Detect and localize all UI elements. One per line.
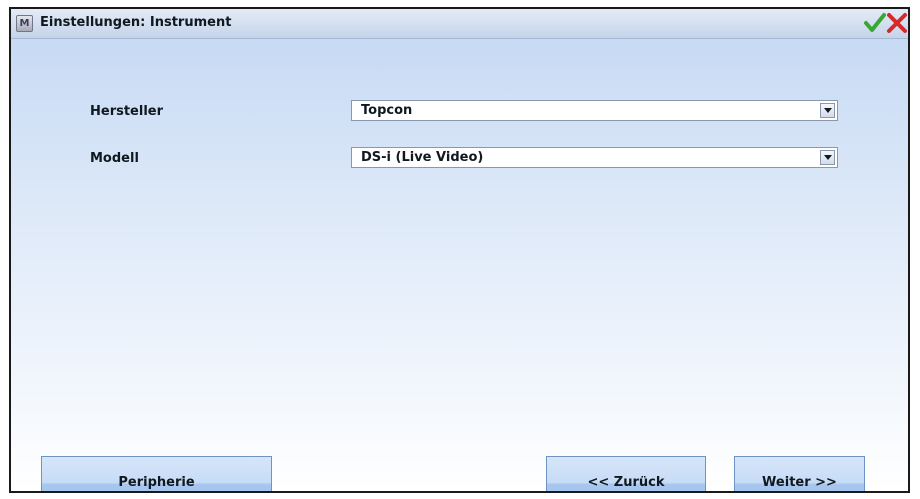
- model-value: DS-i (Live Video): [361, 150, 484, 165]
- model-select[interactable]: DS-i (Live Video): [351, 147, 838, 168]
- confirm-button[interactable]: [863, 11, 887, 35]
- window-title: Einstellungen: Instrument: [40, 15, 232, 30]
- checkmark-icon: [864, 13, 886, 32]
- next-button-label: Weiter >>: [762, 475, 837, 490]
- manufacturer-value: Topcon: [361, 103, 413, 118]
- dialog-content: Hersteller Topcon Modell DS-i (Live Vide…: [11, 39, 908, 491]
- model-dropdown-button[interactable]: [820, 150, 835, 165]
- model-label: Modell: [90, 151, 139, 166]
- manufacturer-select[interactable]: Topcon: [351, 100, 838, 121]
- chevron-down-icon: [824, 108, 832, 113]
- back-button-label: << Zurück: [587, 475, 665, 490]
- next-button[interactable]: Weiter >>: [734, 456, 865, 491]
- dialog-window: M Einstellungen: Instrument Hersteller T…: [9, 7, 910, 493]
- close-button[interactable]: [885, 11, 908, 35]
- chevron-down-icon: [824, 155, 832, 160]
- close-icon: [887, 13, 907, 33]
- title-bar: M Einstellungen: Instrument: [11, 9, 908, 39]
- app-logo-icon: M: [16, 15, 33, 32]
- back-button[interactable]: << Zurück: [546, 456, 706, 491]
- manufacturer-label: Hersteller: [90, 104, 164, 119]
- manufacturer-dropdown-button[interactable]: [820, 103, 835, 118]
- peripherals-button-label: Peripherie: [118, 475, 195, 490]
- peripherals-button[interactable]: Peripherie: [41, 456, 272, 491]
